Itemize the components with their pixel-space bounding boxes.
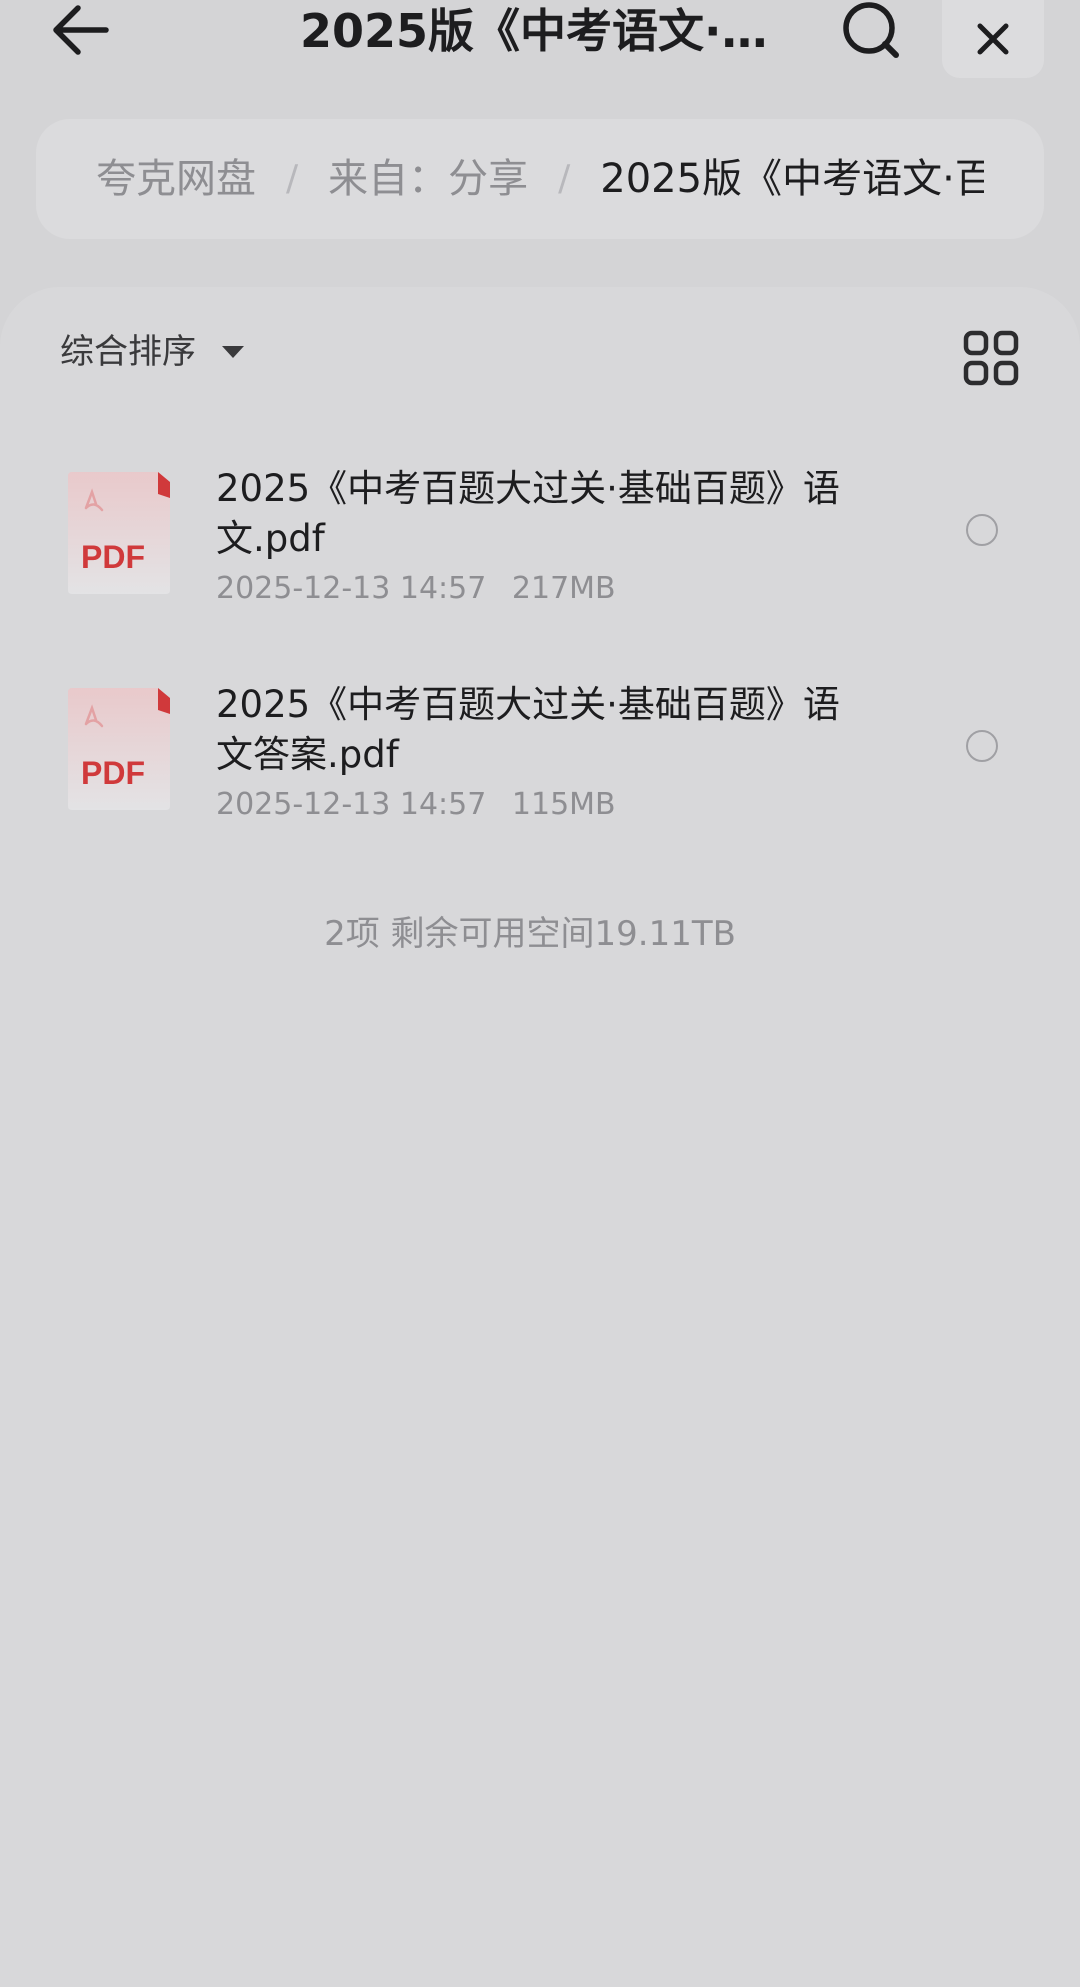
- back-button[interactable]: [40, 0, 120, 60]
- grid-view-button[interactable]: [963, 330, 1019, 386]
- select-checkbox[interactable]: [966, 730, 998, 762]
- breadcrumb-separator: /: [558, 158, 571, 199]
- file-list-item[interactable]: PDF 2025《中考百题大过关·基础百题》语文.pdf 2025-12-13 …: [0, 467, 1080, 672]
- sort-dropdown[interactable]: 综合排序: [60, 330, 244, 374]
- arrow-left-icon: [53, 5, 109, 55]
- breadcrumb-separator: /: [286, 158, 299, 199]
- breadcrumb-item-share[interactable]: 来自：分享: [328, 154, 528, 204]
- file-size: 217MB: [511, 571, 616, 606]
- select-checkbox[interactable]: [966, 514, 998, 546]
- file-list-item[interactable]: PDF 2025《中考百题大过关·基础百题》语文答案.pdf 2025-12-1…: [0, 683, 1080, 888]
- file-date: 2025-12-13 14:57: [216, 787, 487, 822]
- file-size: 115MB: [511, 787, 616, 822]
- sort-label: 综合排序: [60, 332, 196, 372]
- file-name: 2025《中考百题大过关·基础百题》语文.pdf: [216, 467, 840, 560]
- pdf-file-icon: PDF: [68, 472, 170, 594]
- close-button[interactable]: [942, 0, 1044, 78]
- file-meta: 2025-12-13 14:57 217MB: [216, 569, 616, 609]
- search-icon: [843, 2, 899, 58]
- pdf-label: PDF: [81, 539, 145, 575]
- search-button[interactable]: [836, 0, 906, 60]
- page-title: 2025版《中考语文·百题大过关》: [300, 4, 770, 58]
- breadcrumb: 夸克网盘 / 来自：分享 / 2025版《中考语文·百题大过关》: [36, 119, 1044, 239]
- screen: 2025版《中考语文·百题大过关》 夸克网盘 / 来自：分享 / 2025版《中…: [0, 0, 1080, 1987]
- file-list-panel: 综合排序 PDF 2025《中考百题大过关·基础百题》语文.pdf 2025-1…: [0, 287, 1080, 1987]
- header-bar: 2025版《中考语文·百题大过关》: [0, 0, 1080, 90]
- caret-down-icon: [222, 346, 244, 358]
- breadcrumb-item-current: 2025版《中考语文·百题大过关》: [600, 156, 984, 202]
- grid-view-icon: [963, 330, 1019, 386]
- storage-summary: 2项 剩余可用空间19.11TB: [324, 914, 736, 954]
- pdf-label: PDF: [81, 755, 145, 791]
- file-date: 2025-12-13 14:57: [216, 571, 487, 606]
- close-icon: [977, 23, 1009, 55]
- file-name: 2025《中考百题大过关·基础百题》语文答案.pdf: [216, 683, 840, 776]
- breadcrumb-item-root[interactable]: 夸克网盘: [96, 154, 256, 204]
- file-meta: 2025-12-13 14:57 115MB: [216, 785, 616, 825]
- pdf-file-icon: PDF: [68, 688, 170, 810]
